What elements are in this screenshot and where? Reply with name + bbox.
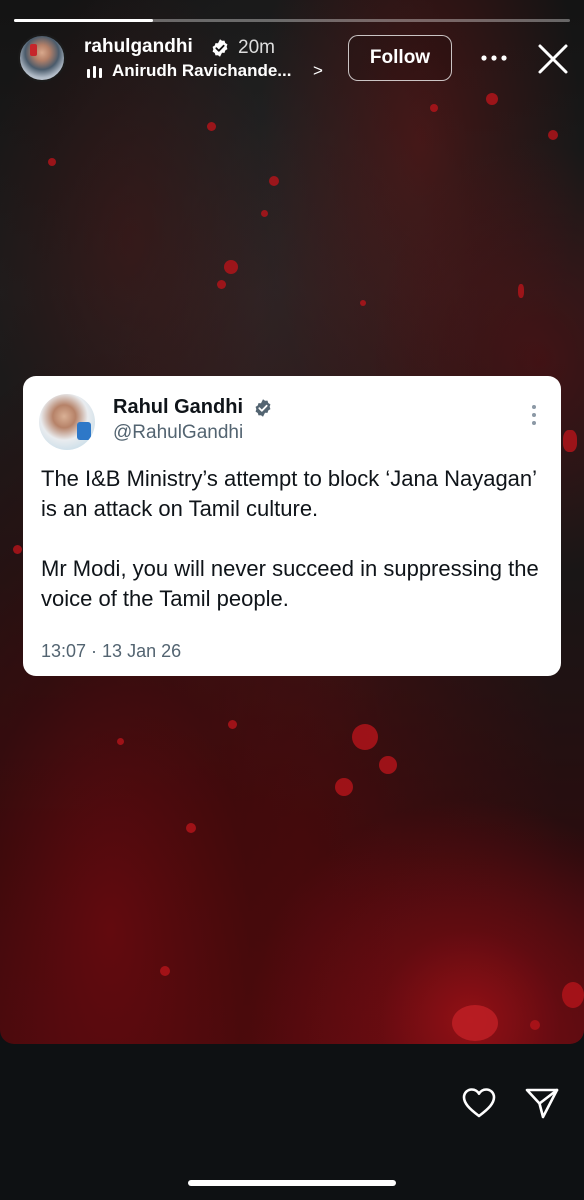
splatter — [452, 1005, 498, 1041]
splatter — [518, 284, 524, 298]
tweet-verified-badge-icon — [255, 399, 271, 417]
close-icon[interactable] — [536, 42, 570, 76]
splatter — [269, 176, 279, 186]
splatter — [117, 738, 124, 745]
story-progress-fill — [14, 19, 153, 22]
splatter — [261, 210, 268, 217]
verified-badge-icon — [212, 39, 228, 57]
music-track-label[interactable]: Anirudh Ravichande... — [112, 61, 291, 81]
splatter — [352, 724, 378, 750]
tweet-author-handle: @RahulGandhi — [113, 422, 244, 443]
send-icon[interactable] — [524, 1086, 560, 1120]
splatter — [224, 260, 238, 274]
splatter — [379, 756, 397, 774]
heart-icon[interactable] — [461, 1086, 497, 1120]
splatter — [217, 280, 226, 289]
follow-button[interactable]: Follow — [348, 35, 452, 81]
splatter — [563, 430, 577, 452]
more-icon[interactable] — [480, 52, 508, 64]
tweet-author-name: Rahul Gandhi — [113, 396, 243, 418]
splatter — [207, 122, 216, 131]
music-bars-icon — [87, 66, 105, 78]
home-indicator[interactable] — [188, 1180, 396, 1186]
splatter — [360, 300, 366, 306]
tweet-paragraph: Mr Modi, you will never succeed in suppr… — [41, 556, 539, 611]
avatar-detail — [30, 44, 37, 56]
splatter — [530, 1020, 540, 1030]
post-time: 20m — [238, 37, 275, 58]
splatter — [160, 966, 170, 976]
tweet-more-icon — [532, 405, 536, 425]
tweet-avatar — [39, 394, 95, 450]
splatter — [48, 158, 56, 166]
story-media[interactable]: rahulgandhi 20m Anirudh Ravichande... > … — [0, 0, 584, 1044]
splatter — [486, 93, 498, 105]
splatter — [562, 982, 584, 1008]
tweet-card[interactable]: Rahul Gandhi @RahulGandhi The I&B Minist… — [23, 376, 561, 676]
tweet-body: The I&B Ministry’s attempt to block ‘Jan… — [41, 464, 551, 614]
tweet-paragraph: The I&B Ministry’s attempt to block ‘Jan… — [41, 466, 537, 521]
tweet-timestamp: 13:07 · 13 Jan 26 — [41, 641, 182, 661]
username[interactable]: rahulgandhi — [84, 36, 193, 58]
splatter — [186, 823, 196, 833]
splatter — [13, 545, 22, 554]
story-progress-bar — [14, 19, 570, 22]
splatter — [548, 130, 558, 140]
splatter — [228, 720, 237, 729]
splatter — [335, 778, 353, 796]
music-chevron-icon[interactable]: > — [313, 61, 323, 81]
avatar-detail — [77, 422, 91, 440]
profile-avatar[interactable] — [18, 34, 66, 82]
splatter — [430, 104, 438, 112]
